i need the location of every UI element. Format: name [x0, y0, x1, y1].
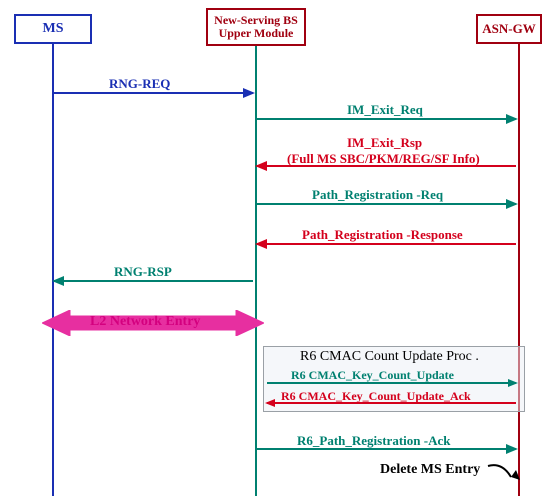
l2-entry-label: L2 Network Entry [90, 314, 200, 330]
msg-cmac-ack: R6 CMAC_Key_Count_Update_Ack [267, 402, 516, 404]
msg-path-reg-req: Path_Registration -Req [257, 203, 516, 205]
arrow-right-icon [506, 199, 518, 209]
actor-ms: MS [14, 14, 92, 44]
arrow-left-icon [52, 276, 64, 286]
arrow-left-icon [255, 161, 267, 171]
lifeline-ms [52, 44, 54, 496]
actor-gw: ASN-GW [476, 14, 542, 44]
arrow-right-icon [506, 114, 518, 124]
arrow-right-icon [506, 444, 518, 454]
arrow-left-icon [265, 399, 275, 407]
msg-cmac-ack-label: R6 CMAC_Key_Count_Update_Ack [281, 389, 471, 404]
msg-im-exit-req: IM_Exit_Req [257, 118, 516, 120]
lifeline-gw [518, 44, 520, 496]
msg-cmac-update-label: R6 CMAC_Key_Count_Update [291, 368, 454, 383]
actor-bs: New-Serving BS Upper Module [206, 8, 306, 46]
sequence-diagram: MS New-Serving BS Upper Module ASN-GW RN… [0, 0, 550, 503]
msg-path-reg-ack: R6_Path_Registration -Ack [257, 448, 516, 450]
msg-rng-req: RNG-REQ [54, 92, 253, 94]
msg-im-exit-req-label: IM_Exit_Req [347, 102, 423, 118]
msg-im-exit-rsp-label: IM_Exit_Rsp [347, 135, 422, 151]
actor-ms-label: MS [43, 21, 64, 36]
actor-gw-label: ASN-GW [482, 22, 535, 36]
msg-path-reg-req-label: Path_Registration -Req [312, 187, 443, 203]
group-title: R6 CMAC Count Update Proc . [300, 349, 479, 365]
msg-path-reg-rsp: Path_Registration -Response [257, 243, 516, 245]
msg-rng-req-label: RNG-REQ [109, 76, 170, 92]
l2-network-entry-arrow: L2 Network Entry [42, 310, 264, 336]
self-arrow-icon [486, 462, 526, 488]
actor-bs-label-2: Upper Module [219, 27, 294, 40]
msg-cmac-update: R6 CMAC_Key_Count_Update [267, 382, 516, 384]
arrow-right-icon [508, 379, 518, 387]
msg-im-exit-rsp-sub: (Full MS SBC/PKM/REG/SF Info) [287, 151, 480, 167]
arrow-right-icon [243, 88, 255, 98]
lifeline-bs [255, 44, 257, 496]
msg-rng-rsp: RNG-RSP [54, 280, 253, 282]
msg-im-exit-rsp: IM_Exit_Rsp (Full MS SBC/PKM/REG/SF Info… [257, 165, 516, 167]
msg-path-reg-ack-label: R6_Path_Registration -Ack [297, 433, 450, 449]
msg-path-reg-rsp-label: Path_Registration -Response [302, 227, 463, 243]
msg-rng-rsp-label: RNG-RSP [114, 264, 172, 280]
delete-ms-entry-label: Delete MS Entry [380, 462, 480, 478]
arrow-left-icon [255, 239, 267, 249]
